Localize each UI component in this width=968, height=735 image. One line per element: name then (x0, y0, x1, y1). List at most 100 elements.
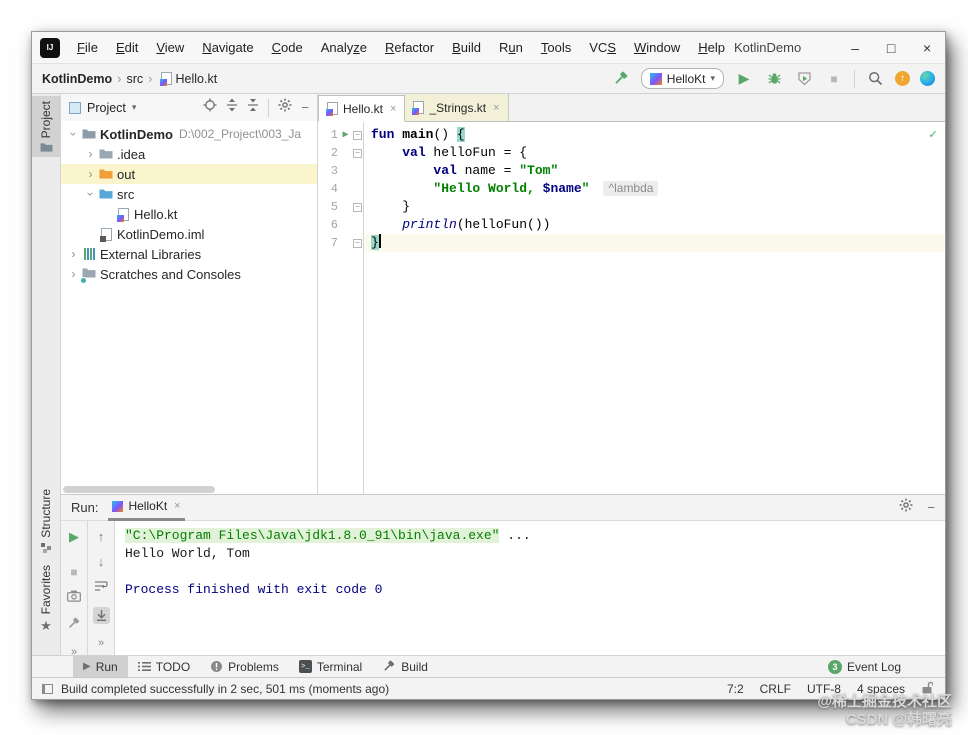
stripe-button-structure[interactable]: Structure (32, 484, 60, 558)
breadcrumb-src[interactable]: src (126, 72, 143, 86)
up-arrow-icon[interactable]: ↑ (98, 529, 105, 544)
tree-row-external-libraries[interactable]: › External Libraries (61, 244, 317, 264)
inspections-ok-icon[interactable]: ✓ (929, 127, 937, 142)
update-notification-icon[interactable]: ↑ (895, 71, 910, 86)
more-actions-icon[interactable]: » (98, 637, 104, 649)
menu-item-analyze[interactable]: Analyze (312, 32, 376, 64)
project-view-selector[interactable]: Project (87, 101, 126, 115)
chevron-collapsed-icon[interactable]: › (67, 267, 80, 281)
tool-window-toggle-icon[interactable] (42, 683, 53, 694)
maximize-button[interactable]: □ (873, 32, 909, 63)
chevron-expanded-icon[interactable]: › (67, 128, 81, 141)
line-number[interactable]: 3 (318, 164, 338, 178)
tool-window-button-run[interactable]: ▶ Run (73, 655, 128, 678)
tab-strings-kt[interactable]: _Strings.kt × (405, 94, 509, 121)
close-button[interactable]: × (909, 32, 945, 63)
breadcrumb-file[interactable]: Hello.kt (176, 72, 218, 86)
menu-item-code[interactable]: Code (263, 32, 312, 64)
line-number[interactable]: 5 (318, 200, 338, 214)
menu-item-run[interactable]: Run (490, 32, 532, 64)
code-line-3[interactable]: val name = "Tom" (365, 162, 945, 180)
chevron-expanded-icon[interactable]: › (84, 188, 98, 201)
soft-wrap-icon[interactable] (94, 579, 108, 597)
run-console[interactable]: "C:\Program Files\Java\jdk1.8.0_91\bin\j… (115, 521, 945, 655)
fold-marker-icon[interactable]: − (353, 238, 362, 248)
tree-row-kotlindemo-iml[interactable]: KotlinDemo.iml (61, 224, 317, 244)
stop-button[interactable]: ■ (824, 69, 844, 89)
menu-item-view[interactable]: View (147, 32, 193, 64)
menu-item-tools[interactable]: Tools (532, 32, 580, 64)
line-number[interactable]: 2 (318, 146, 338, 160)
collapse-all-icon[interactable] (247, 98, 259, 117)
code-line-5[interactable]: } (365, 198, 945, 216)
menu-item-file[interactable]: File (68, 32, 107, 64)
thread-dump-camera-icon[interactable] (67, 589, 81, 607)
tool-window-button-build[interactable]: Build (372, 656, 438, 678)
close-tab-icon[interactable]: × (390, 103, 396, 115)
tree-row-scratches-and-consoles[interactable]: › Scratches and Consoles (61, 264, 317, 284)
build-settings-icon[interactable] (67, 617, 81, 636)
code-line-4[interactable]: "Hello World, $name" ^lambda (365, 180, 945, 198)
menu-item-navigate[interactable]: Navigate (193, 32, 262, 64)
horizontal-scrollbar[interactable] (63, 486, 215, 493)
close-tab-icon[interactable]: × (174, 500, 180, 512)
chevron-collapsed-icon[interactable]: › (84, 147, 97, 161)
minimize-button[interactable]: – (837, 32, 873, 63)
ide-sphere-icon[interactable] (920, 71, 935, 86)
line-number[interactable]: 6 (318, 218, 338, 232)
menu-item-help[interactable]: Help (689, 32, 734, 64)
tree-row-kotlindemo[interactable]: › KotlinDemo D:\002_Project\003_Ja (61, 124, 317, 144)
line-number[interactable]: 7 (318, 236, 338, 250)
code-area[interactable]: 1 ▶ −2−3 4 5−6 7− fun main() { val helloFun =… (318, 122, 945, 494)
chevron-collapsed-icon[interactable]: › (67, 247, 80, 261)
tool-window-button-terminal[interactable]: >_ Terminal (289, 656, 372, 678)
tab-hello-kt[interactable]: Hello.kt × (318, 95, 406, 122)
search-everywhere-icon[interactable] (865, 69, 885, 89)
fold-marker-icon[interactable]: − (353, 148, 362, 158)
menu-item-edit[interactable]: Edit (107, 32, 147, 64)
event-log-button[interactable]: 3 Event Log (827, 659, 901, 674)
tree-row-src[interactable]: › src (61, 184, 317, 204)
code-line-2[interactable]: val helloFun = { (365, 144, 945, 162)
menu-item-window[interactable]: Window (625, 32, 689, 64)
down-arrow-icon[interactable]: ↓ (98, 554, 105, 569)
stripe-button-favorites[interactable]: Favorites ★ (32, 560, 60, 638)
stop-button[interactable]: ■ (70, 565, 77, 579)
run-tab-hellokt[interactable]: HelloKt × (108, 495, 185, 521)
status-message[interactable]: Build completed successfully in 2 sec, 5… (61, 682, 389, 696)
chevron-collapsed-icon[interactable]: › (84, 167, 97, 181)
tool-window-button-problems[interactable]: Problems (200, 656, 289, 678)
hide-tool-window-icon[interactable]: − (927, 500, 935, 515)
caret-position[interactable]: 7:2 (727, 682, 744, 696)
code-line-6[interactable]: println(helloFun()) (365, 216, 945, 234)
run-with-coverage-button[interactable] (794, 69, 814, 89)
stripe-button-project[interactable]: Project (32, 96, 60, 158)
tree-row--idea[interactable]: › .idea (61, 144, 317, 164)
tree-row-hello-kt[interactable]: Hello.kt (61, 204, 317, 224)
tool-window-button-todo[interactable]: TODO (128, 656, 200, 678)
menu-item-refactor[interactable]: Refactor (376, 32, 443, 64)
fold-marker-icon[interactable]: − (353, 130, 362, 140)
rerun-button[interactable]: ▶ (69, 529, 79, 545)
breadcrumb-project[interactable]: KotlinDemo (42, 72, 112, 86)
debug-button[interactable] (764, 69, 784, 89)
fold-marker-icon[interactable]: − (353, 202, 362, 212)
tree-row-out[interactable]: › out (61, 164, 317, 184)
hide-tool-window-icon[interactable]: − (301, 100, 309, 115)
menu-item-build[interactable]: Build (443, 32, 490, 64)
settings-gear-icon[interactable] (278, 98, 292, 117)
run-button[interactable]: ▶ (734, 69, 754, 89)
build-hammer-icon[interactable] (611, 69, 631, 89)
code-line-7[interactable]: } (365, 234, 945, 252)
line-ending[interactable]: CRLF (760, 682, 791, 696)
expand-all-icon[interactable] (226, 98, 238, 117)
menu-item-vcs[interactable]: VCS (580, 32, 625, 64)
code-line-1[interactable]: fun main() { (365, 126, 945, 144)
close-tab-icon[interactable]: × (493, 102, 499, 114)
line-number[interactable]: 1 (318, 128, 338, 142)
run-configuration-select[interactable]: HelloKt ▾ (640, 68, 724, 89)
settings-gear-icon[interactable] (899, 498, 913, 517)
line-number[interactable]: 4 (318, 182, 338, 196)
run-line-icon[interactable]: ▶ (338, 129, 353, 141)
locate-file-icon[interactable] (203, 98, 217, 117)
